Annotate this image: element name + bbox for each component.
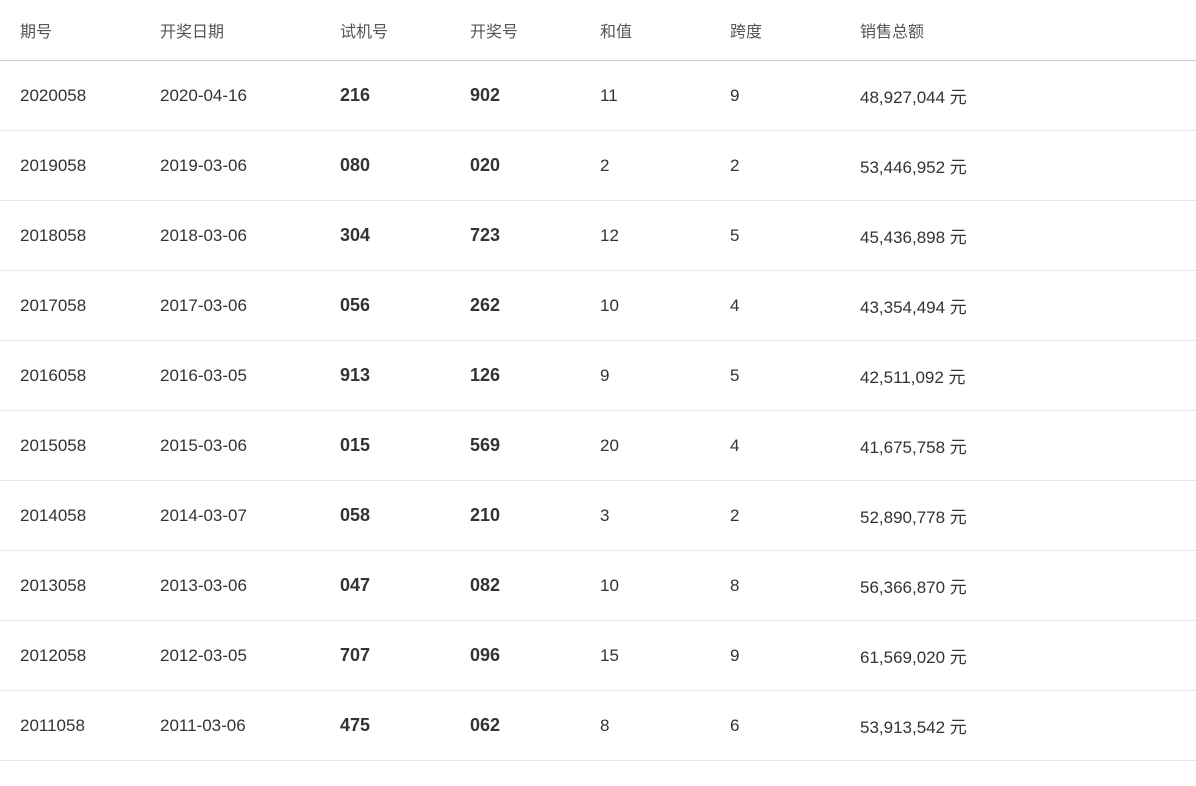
table-header: 期号 开奖日期 试机号 开奖号 和值 跨度 销售总额 [0,0,1196,61]
cell-date: 2020-04-16 [140,61,320,131]
table-body: 20200582020-04-1621690211948,927,044 元20… [0,61,1196,761]
cell-sales: 43,354,494 元 [840,271,1196,341]
cell-winning: 210 [450,481,580,551]
cell-date: 2013-03-06 [140,551,320,621]
cell-sum: 2 [580,131,710,201]
cell-trial: 080 [320,131,450,201]
cell-date: 2019-03-06 [140,131,320,201]
table-row: 20130582013-03-0604708210856,366,870 元 [0,551,1196,621]
cell-sum: 9 [580,341,710,411]
cell-trial: 216 [320,61,450,131]
cell-trial: 913 [320,341,450,411]
cell-sum: 10 [580,551,710,621]
cell-span: 4 [710,411,840,481]
cell-sum: 10 [580,271,710,341]
cell-winning: 082 [450,551,580,621]
cell-winning: 569 [450,411,580,481]
cell-sales: 53,446,952 元 [840,131,1196,201]
cell-sales: 61,569,020 元 [840,621,1196,691]
table-row: 20180582018-03-0630472312545,436,898 元 [0,201,1196,271]
cell-sum: 20 [580,411,710,481]
header-sum: 和值 [580,0,710,61]
cell-sales: 56,366,870 元 [840,551,1196,621]
cell-date: 2018-03-06 [140,201,320,271]
cell-sales: 52,890,778 元 [840,481,1196,551]
table-row: 20110582011-03-064750628653,913,542 元 [0,691,1196,761]
header-row: 期号 开奖日期 试机号 开奖号 和值 跨度 销售总额 [0,0,1196,61]
cell-trial: 475 [320,691,450,761]
cell-period: 2020058 [0,61,140,131]
cell-trial: 056 [320,271,450,341]
cell-winning: 062 [450,691,580,761]
cell-trial: 304 [320,201,450,271]
cell-date: 2017-03-06 [140,271,320,341]
cell-winning: 902 [450,61,580,131]
cell-winning: 262 [450,271,580,341]
cell-period: 2014058 [0,481,140,551]
table-row: 20170582017-03-0605626210443,354,494 元 [0,271,1196,341]
cell-period: 2019058 [0,131,140,201]
cell-span: 9 [710,61,840,131]
cell-span: 5 [710,201,840,271]
cell-span: 4 [710,271,840,341]
table-row: 20200582020-04-1621690211948,927,044 元 [0,61,1196,131]
cell-span: 9 [710,621,840,691]
cell-date: 2016-03-05 [140,341,320,411]
header-period: 期号 [0,0,140,61]
header-date: 开奖日期 [140,0,320,61]
cell-winning: 126 [450,341,580,411]
cell-period: 2016058 [0,341,140,411]
cell-sales: 48,927,044 元 [840,61,1196,131]
cell-period: 2018058 [0,201,140,271]
cell-date: 2011-03-06 [140,691,320,761]
cell-span: 8 [710,551,840,621]
table-row: 20160582016-03-059131269542,511,092 元 [0,341,1196,411]
cell-winning: 723 [450,201,580,271]
cell-trial: 047 [320,551,450,621]
cell-winning: 020 [450,131,580,201]
cell-period: 2013058 [0,551,140,621]
cell-date: 2012-03-05 [140,621,320,691]
cell-date: 2014-03-07 [140,481,320,551]
header-sales: 销售总额 [840,0,1196,61]
cell-sales: 45,436,898 元 [840,201,1196,271]
cell-sum: 15 [580,621,710,691]
lottery-table: 期号 开奖日期 试机号 开奖号 和值 跨度 销售总额 20200582020-0… [0,0,1196,761]
cell-sum: 11 [580,61,710,131]
cell-span: 2 [710,481,840,551]
table-row: 20140582014-03-070582103252,890,778 元 [0,481,1196,551]
table-row: 20120582012-03-0570709615961,569,020 元 [0,621,1196,691]
cell-span: 6 [710,691,840,761]
cell-period: 2017058 [0,271,140,341]
main-container: 期号 开奖日期 试机号 开奖号 和值 跨度 销售总额 20200582020-0… [0,0,1196,786]
cell-period: 2011058 [0,691,140,761]
cell-sales: 42,511,092 元 [840,341,1196,411]
cell-trial: 015 [320,411,450,481]
cell-trial: 707 [320,621,450,691]
cell-period: 2015058 [0,411,140,481]
table-row: 20190582019-03-060800202253,446,952 元 [0,131,1196,201]
header-winning: 开奖号 [450,0,580,61]
table-row: 20150582015-03-0601556920441,675,758 元 [0,411,1196,481]
cell-sales: 41,675,758 元 [840,411,1196,481]
header-trial: 试机号 [320,0,450,61]
cell-winning: 096 [450,621,580,691]
cell-trial: 058 [320,481,450,551]
cell-span: 2 [710,131,840,201]
cell-sum: 3 [580,481,710,551]
cell-period: 2012058 [0,621,140,691]
cell-span: 5 [710,341,840,411]
cell-date: 2015-03-06 [140,411,320,481]
header-span: 跨度 [710,0,840,61]
cell-sales: 53,913,542 元 [840,691,1196,761]
cell-sum: 8 [580,691,710,761]
cell-sum: 12 [580,201,710,271]
